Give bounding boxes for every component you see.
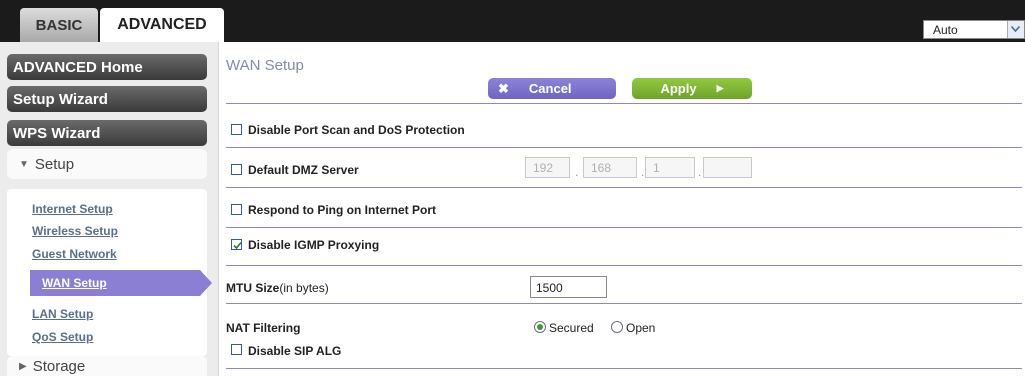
- close-icon: ✖: [498, 80, 509, 96]
- sidebar-section-storage-label: Storage: [32, 357, 86, 375]
- top-bar: BASIC ADVANCED Auto: [0, 0, 1025, 42]
- divider: [226, 227, 1022, 228]
- page-title: WAN Setup: [226, 57, 304, 74]
- ip-separator: .: [641, 165, 645, 179]
- chevron-down-icon[interactable]: [1007, 21, 1024, 38]
- sidebar-section-setup-label: Setup: [34, 155, 75, 173]
- divider: [226, 265, 1022, 266]
- triangle-right-icon: ▶: [19, 360, 27, 372]
- respond-ping-label: Respond to Ping on Internet Port: [248, 203, 436, 217]
- respond-ping-checkbox[interactable]: [231, 204, 242, 215]
- sidebar-item-wireless-setup[interactable]: Wireless Setup: [32, 224, 118, 238]
- mtu-label-bold: MTU Size: [226, 281, 280, 295]
- dmz-ip-octet-3[interactable]: 1: [645, 157, 695, 178]
- dmz-ip-octet-4[interactable]: [703, 157, 752, 178]
- apply-button[interactable]: Apply ▶: [632, 78, 752, 99]
- apply-button-label: Apply: [660, 81, 697, 96]
- nat-secured-label: Secured: [549, 321, 594, 335]
- sidebar-item-lan-setup[interactable]: LAN Setup: [32, 307, 93, 321]
- nat-filtering-label: NAT Filtering: [226, 321, 301, 335]
- arrow-right-icon: ▶: [716, 83, 724, 93]
- default-dmz-checkbox[interactable]: [231, 164, 242, 175]
- nat-secured-radio[interactable]: [534, 321, 546, 333]
- checkmark-icon: [233, 241, 242, 250]
- tab-advanced[interactable]: ADVANCED: [100, 8, 224, 42]
- sidebar-item-qos-setup[interactable]: QoS Setup: [32, 330, 93, 344]
- sidebar-wps-wizard[interactable]: WPS Wizard: [7, 120, 207, 146]
- cancel-button-label: Cancel: [528, 81, 572, 96]
- sidebar-item-internet-setup[interactable]: Internet Setup: [32, 202, 113, 216]
- disable-sip-label: Disable SIP ALG: [248, 344, 342, 358]
- disable-igmp-label: Disable IGMP Proxying: [248, 238, 380, 252]
- cancel-button[interactable]: ✖ Cancel: [488, 78, 616, 99]
- divider: [226, 147, 1022, 148]
- disable-port-scan-label: Disable Port Scan and DoS Protection: [248, 123, 465, 137]
- mtu-label-unit: (in bytes): [279, 281, 329, 295]
- language-select[interactable]: Auto: [923, 20, 1025, 39]
- sidebar-section-storage[interactable]: ▶ Storage: [7, 356, 207, 376]
- sidebar-section-setup[interactable]: ▼ Setup: [7, 149, 207, 179]
- divider: [226, 368, 1022, 369]
- sidebar-item-wan-setup[interactable]: WAN Setup: [30, 270, 212, 296]
- language-select-value: Auto: [933, 23, 958, 37]
- dmz-ip-octet-2[interactable]: 168: [583, 157, 637, 178]
- divider: [226, 303, 1022, 304]
- radio-selected-dot: [537, 324, 543, 330]
- sidebar-setup-wizard[interactable]: Setup Wizard: [7, 86, 207, 112]
- disable-sip-checkbox[interactable]: [231, 344, 242, 355]
- mtu-label: MTU Size(in bytes): [226, 281, 329, 295]
- ip-separator: .: [575, 165, 579, 179]
- triangle-down-icon: ▼: [19, 158, 29, 170]
- sidebar-item-guest-network[interactable]: Guest Network: [32, 247, 117, 261]
- disable-port-scan-checkbox[interactable]: [231, 124, 242, 135]
- nat-open-label: Open: [626, 321, 656, 335]
- default-dmz-label: Default DMZ Server: [248, 163, 359, 177]
- disable-igmp-checkbox[interactable]: [231, 239, 242, 250]
- divider: [226, 103, 1022, 104]
- sidebar-advanced-home[interactable]: ADVANCED Home: [7, 54, 207, 80]
- mtu-input[interactable]: 1500: [530, 276, 607, 298]
- divider: [226, 187, 1022, 188]
- nat-open-radio[interactable]: [611, 321, 623, 333]
- dmz-ip-octet-1[interactable]: 192: [525, 157, 570, 178]
- tab-basic[interactable]: BASIC: [20, 8, 98, 42]
- ip-separator: .: [698, 165, 702, 179]
